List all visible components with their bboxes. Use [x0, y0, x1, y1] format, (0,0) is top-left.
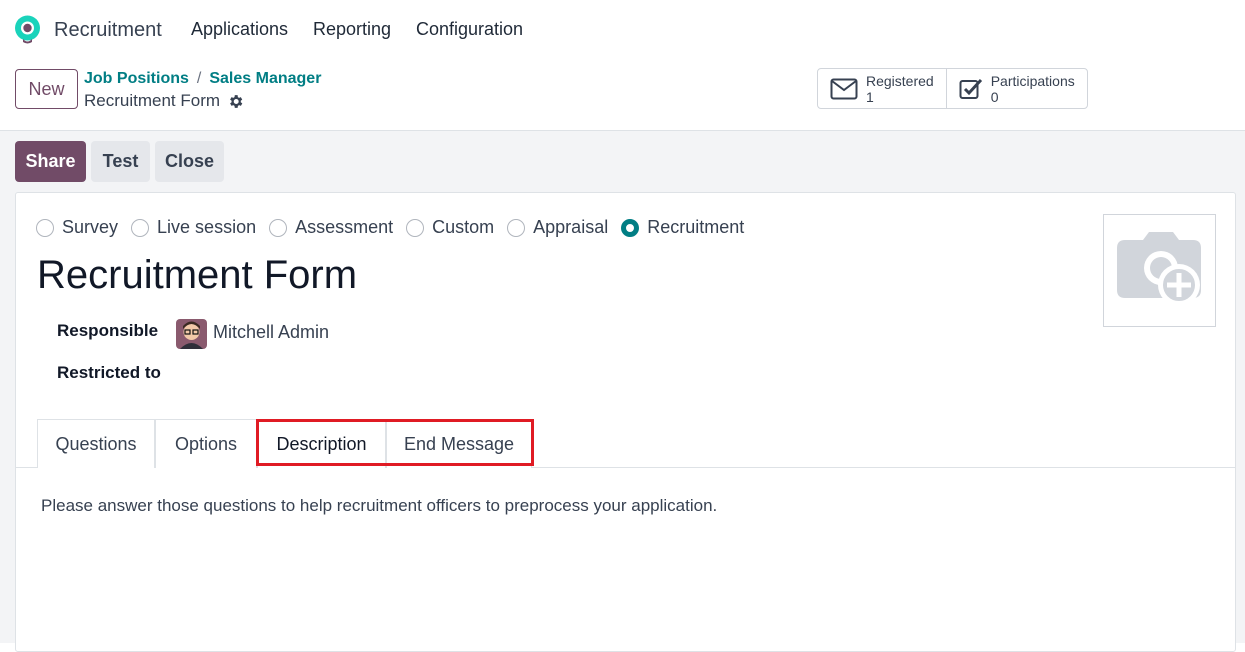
radio-circle[interactable]: [406, 218, 425, 237]
breadcrumb-separator: /: [196, 70, 202, 87]
menu-applications[interactable]: Applications: [191, 19, 288, 40]
radio-assessment[interactable]: Assessment: [269, 217, 393, 238]
form-title-input[interactable]: Recruitment Form: [37, 253, 357, 298]
menu-reporting[interactable]: Reporting: [313, 19, 391, 40]
breadcrumb-sales-manager[interactable]: Sales Manager: [209, 70, 321, 87]
tab-questions[interactable]: Questions: [37, 419, 155, 468]
envelope-icon: [830, 78, 858, 99]
radio-label: Custom: [432, 217, 495, 237]
radio-custom[interactable]: Custom: [406, 217, 494, 238]
radio-live-session[interactable]: Live session: [131, 217, 256, 238]
top-navbar: Recruitment Applications Reporting Confi…: [0, 0, 1245, 60]
radio-circle[interactable]: [507, 218, 526, 237]
participations-count: 0: [990, 88, 999, 105]
recruitment-app-icon[interactable]: [13, 15, 42, 44]
registered-label: Registered: [866, 72, 934, 89]
radio-label: Live session: [157, 217, 257, 237]
radio-label: Survey: [62, 217, 119, 237]
close-button[interactable]: Close: [155, 141, 224, 182]
radio-circle[interactable]: [269, 218, 288, 237]
radio-circle-checked[interactable]: [621, 218, 640, 237]
radio-label: Recruitment: [647, 217, 745, 237]
participations-label: Participations: [990, 72, 1075, 89]
control-panel: New Job Positions / Sales Manager Recruitm…: [0, 60, 1245, 131]
notebook-tabs: Questions Options Description End Messag…: [16, 419, 1235, 468]
radio-circle[interactable]: [131, 218, 150, 237]
image-upload[interactable]: [1103, 214, 1216, 327]
responsible-label: Responsible: [57, 321, 159, 340]
new-button[interactable]: New: [15, 69, 78, 109]
checkbox-icon: [959, 78, 982, 99]
survey-type-radio-group: Survey Live session Assessment Custom Ap…: [36, 217, 757, 238]
restricted-to-label: Restricted to: [57, 363, 161, 382]
radio-circle[interactable]: [36, 218, 54, 237]
tab-end-message[interactable]: End Message: [386, 419, 532, 468]
radio-label: Assessment: [295, 217, 394, 237]
breadcrumb-job-positions[interactable]: Job Positions: [84, 70, 189, 87]
form-sheet: Survey Live session Assessment Custom Ap…: [15, 192, 1236, 652]
app-name[interactable]: Recruitment: [54, 19, 162, 42]
share-button[interactable]: Share: [15, 141, 86, 182]
responsible-user[interactable]: Mitchell Admin: [213, 322, 329, 343]
restricted-to-field[interactable]: [176, 361, 576, 387]
record-title-row: Recruitment Form: [84, 91, 244, 111]
tab-description[interactable]: Description: [257, 419, 386, 468]
registered-stat-button[interactable]: Registered 1: [818, 69, 946, 108]
description-text[interactable]: Please answer those questions to help re…: [41, 496, 717, 516]
test-button[interactable]: Test: [91, 141, 150, 182]
radio-recruitment[interactable]: Recruitment: [621, 217, 744, 238]
camera-plus-icon: [1116, 231, 1201, 306]
radio-label: Appraisal: [533, 217, 609, 237]
gear-icon[interactable]: [227, 93, 244, 110]
tab-options[interactable]: Options: [155, 419, 257, 468]
participations-stat-button[interactable]: Participations 0: [945, 69, 1087, 108]
breadcrumb: Job Positions / Sales Manager: [84, 70, 321, 88]
menu-configuration[interactable]: Configuration: [416, 19, 523, 40]
stat-buttons: Registered 1 Participations 0: [817, 68, 1088, 109]
avatar: [176, 319, 207, 349]
form-area: Share Test Close Survey Live session Ass…: [0, 131, 1245, 652]
record-title: Recruitment Form: [84, 91, 221, 110]
radio-survey[interactable]: Survey: [36, 217, 118, 238]
registered-count: 1: [866, 88, 874, 105]
radio-appraisal[interactable]: Appraisal: [507, 217, 608, 238]
